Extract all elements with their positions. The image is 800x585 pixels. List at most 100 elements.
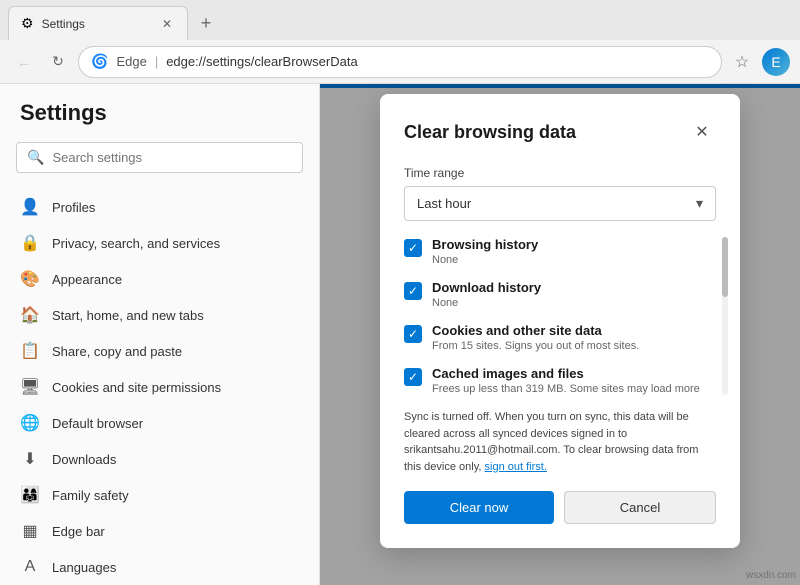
refresh-button[interactable]: ↻ (44, 48, 72, 76)
checkbox-item-cookies[interactable]: ✓ Cookies and other site data From 15 si… (404, 323, 716, 352)
settings-page: Settings 🔍 👤 Profiles 🔒 Privacy, search,… (0, 84, 800, 585)
sidebar-item-appearance[interactable]: 🎨 Appearance (0, 261, 319, 297)
languages-icon: A (20, 557, 40, 577)
dropdown-arrow-icon: ▾ (696, 195, 703, 212)
checkbox-cached[interactable]: ✓ (404, 368, 422, 386)
sidebar-title: Settings (0, 100, 319, 142)
address-separator: | (155, 54, 158, 69)
default-icon: 🌐 (20, 413, 40, 433)
tab-bar: ⚙ Settings ✕ + (0, 0, 800, 40)
checkbox-list: ✓ Browsing history None ✓ Download histo… (404, 237, 716, 395)
time-range-label: Time range (404, 166, 716, 180)
checkboxes-container: ✓ Browsing history None ✓ Download histo… (404, 237, 716, 395)
checkbox-check-cached: ✓ (408, 370, 418, 384)
nav-items-list: 👤 Profiles 🔒 Privacy, search, and servic… (0, 189, 319, 585)
search-box[interactable]: 🔍 (16, 142, 303, 173)
profiles-icon: 👤 (20, 197, 40, 217)
privacy-icon: 🔒 (20, 233, 40, 253)
clear-browsing-modal: Clear browsing data ✕ Time range Last ho… (380, 94, 740, 548)
sidebar-item-cookies[interactable]: 🖥 Cookies and site permissions (0, 369, 319, 405)
checkbox-check-browsing: ✓ (408, 241, 418, 255)
sidebar-item-label-downloads: Downloads (52, 452, 116, 467)
checkbox-content-cached: Cached images and files Frees up less th… (432, 366, 716, 395)
sidebar-item-label-cookies: Cookies and site permissions (52, 380, 221, 395)
edgebar-icon: ▦ (20, 521, 40, 541)
checkbox-download[interactable]: ✓ (404, 282, 422, 300)
downloads-icon: ⬇ (20, 449, 40, 469)
checkbox-desc-cookies: From 15 sites. Signs you out of most sit… (432, 340, 716, 352)
appearance-icon: 🎨 (20, 269, 40, 289)
family-icon: 👨‍👩‍👧 (20, 485, 40, 505)
tab-close-button[interactable]: ✕ (159, 16, 175, 32)
cookies-icon: 🖥 (20, 377, 40, 397)
sidebar-item-edgebar[interactable]: ▦ Edge bar (0, 513, 319, 549)
tab-favicon-icon: ⚙ (21, 15, 34, 32)
sidebar-item-languages[interactable]: A Languages (0, 549, 319, 585)
modal-title: Clear browsing data (404, 122, 576, 143)
checkbox-title-browsing: Browsing history (432, 237, 716, 252)
checkbox-cookies[interactable]: ✓ (404, 325, 422, 343)
checkbox-desc-download: None (432, 297, 716, 309)
checkbox-desc-browsing: None (432, 254, 716, 266)
sidebar-item-label-start: Start, home, and new tabs (52, 308, 204, 323)
tab-title: Settings (42, 17, 151, 31)
sidebar-item-label-family: Family safety (52, 488, 129, 503)
checkbox-item-browsing[interactable]: ✓ Browsing history None (404, 237, 716, 266)
sidebar-item-share[interactable]: 📋 Share, copy and paste (0, 333, 319, 369)
address-domain: Edge (116, 54, 146, 69)
share-icon: 📋 (20, 341, 40, 361)
browser-chrome: ⚙ Settings ✕ + ← ↻ 🌀 Edge | edge://setti… (0, 0, 800, 84)
sidebar-item-label-privacy: Privacy, search, and services (52, 236, 220, 251)
modal-header: Clear browsing data ✕ (404, 118, 716, 146)
checkbox-item-download[interactable]: ✓ Download history None (404, 280, 716, 309)
sidebar-item-label-appearance: Appearance (52, 272, 122, 287)
modal-overlay: Clear browsing data ✕ Time range Last ho… (320, 84, 800, 585)
time-range-value: Last hour (417, 196, 471, 211)
sync-notice-text: Sync is turned off. When you turn on syn… (404, 411, 698, 473)
sidebar-item-start[interactable]: 🏠 Start, home, and new tabs (0, 297, 319, 333)
main-content: Clear browsing data ✕ Time range Last ho… (320, 84, 800, 585)
checkbox-title-cookies: Cookies and other site data (432, 323, 716, 338)
sidebar: Settings 🔍 👤 Profiles 🔒 Privacy, search,… (0, 84, 320, 585)
checkbox-browsing[interactable]: ✓ (404, 239, 422, 257)
search-input[interactable] (52, 150, 292, 165)
nav-bar: ← ↻ 🌀 Edge | edge://settings/clearBrowse… (0, 40, 800, 84)
edge-profile-icon[interactable]: E (762, 48, 790, 76)
sidebar-item-downloads[interactable]: ⬇ Downloads (0, 441, 319, 477)
checkbox-item-cached[interactable]: ✓ Cached images and files Frees up less … (404, 366, 716, 395)
sidebar-item-privacy[interactable]: 🔒 Privacy, search, and services (0, 225, 319, 261)
back-button[interactable]: ← (10, 48, 38, 76)
checkbox-content-browsing: Browsing history None (432, 237, 716, 266)
settings-tab[interactable]: ⚙ Settings ✕ (8, 6, 188, 40)
sidebar-item-label-profiles: Profiles (52, 200, 95, 215)
sidebar-item-default[interactable]: 🌐 Default browser (0, 405, 319, 441)
start-icon: 🏠 (20, 305, 40, 325)
address-bar[interactable]: 🌀 Edge | edge://settings/clearBrowserDat… (78, 46, 722, 78)
checkbox-title-download: Download history (432, 280, 716, 295)
sidebar-item-label-default: Default browser (52, 416, 143, 431)
new-tab-button[interactable]: + (192, 9, 220, 37)
sidebar-item-profiles[interactable]: 👤 Profiles (0, 189, 319, 225)
sidebar-item-family[interactable]: 👨‍👩‍👧 Family safety (0, 477, 319, 513)
checkbox-check-cookies: ✓ (408, 327, 418, 341)
checkbox-content-download: Download history None (432, 280, 716, 309)
favorites-button[interactable]: ☆ (728, 48, 756, 76)
checkbox-desc-cached: Frees up less than 319 MB. Some sites ma… (432, 383, 716, 395)
address-favicon-icon: 🌀 (91, 53, 108, 70)
cancel-button[interactable]: Cancel (564, 491, 716, 524)
modal-close-button[interactable]: ✕ (688, 118, 716, 146)
clear-now-button[interactable]: Clear now (404, 491, 554, 524)
checkbox-check-download: ✓ (408, 284, 418, 298)
checkbox-content-cookies: Cookies and other site data From 15 site… (432, 323, 716, 352)
sync-link[interactable]: sign out first. (485, 461, 547, 473)
time-range-dropdown[interactable]: Last hour ▾ (404, 186, 716, 221)
search-icon: 🔍 (27, 149, 44, 166)
scroll-thumb[interactable] (722, 237, 728, 297)
address-url: edge://settings/clearBrowserData (166, 54, 357, 69)
checkbox-title-cached: Cached images and files (432, 366, 716, 381)
watermark: wsxdn.com (746, 570, 796, 581)
sidebar-item-label-languages: Languages (52, 560, 116, 575)
sidebar-item-label-edgebar: Edge bar (52, 524, 105, 539)
sync-notice: Sync is turned off. When you turn on syn… (404, 409, 716, 475)
scroll-track (722, 237, 728, 395)
